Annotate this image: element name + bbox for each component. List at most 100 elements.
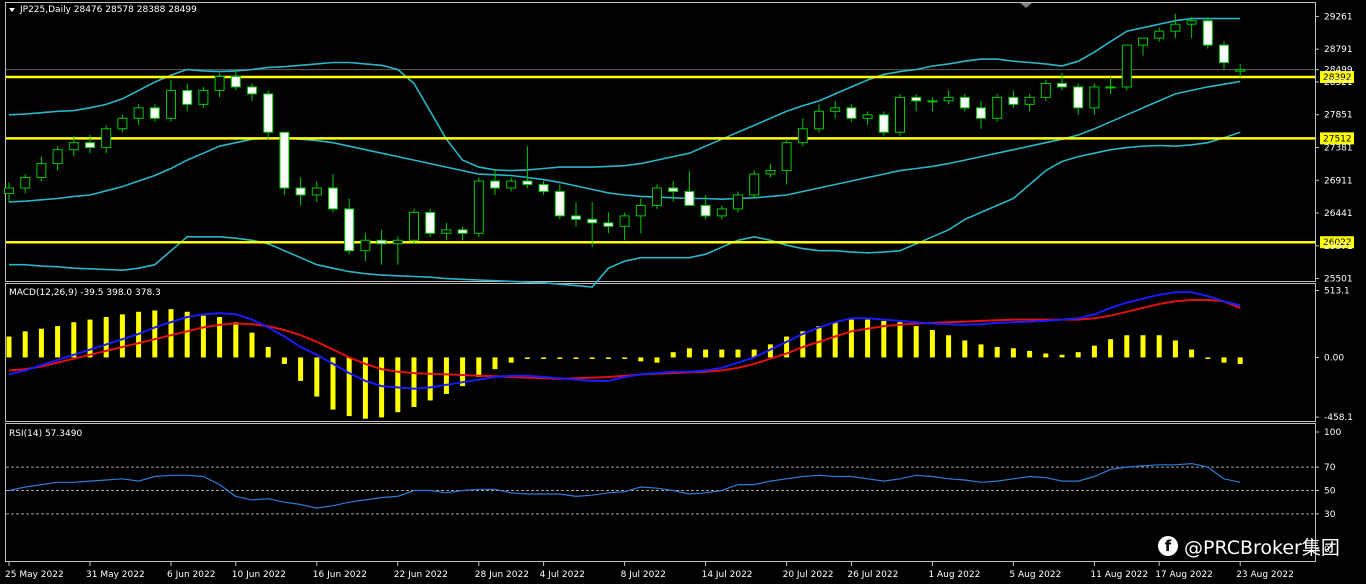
candle-body (506, 180, 517, 189)
candle-body (214, 75, 225, 91)
date-axis: 25 May 2022 31 May 2022 6 Jun 2022 10 Jun 2… (5, 562, 1294, 580)
macd-histogram-bar (1189, 349, 1195, 358)
date-tick-label: 28 Jun 2022 (475, 570, 529, 580)
candle-body (1040, 82, 1051, 98)
macd-histogram-bar (265, 346, 271, 358)
macd-histogram-bar (524, 357, 530, 359)
rsi-tick-label: 30 (1324, 510, 1336, 520)
candle-body (198, 89, 209, 105)
candle-body (101, 128, 112, 149)
symbol-menu-triangle-icon[interactable] (9, 8, 15, 12)
candle-body (117, 117, 128, 130)
candle-body (328, 187, 338, 210)
macd-histogram-bar (962, 340, 968, 358)
candle-body (52, 149, 63, 165)
candle-body (684, 190, 695, 206)
watermark-text: @PRCBroker集团 (1184, 536, 1340, 559)
candle-body (992, 96, 1003, 119)
rsi-tick-label: 50 (1324, 487, 1336, 497)
macd-histogram-bar (152, 310, 158, 358)
macd-histogram-bar (476, 357, 482, 377)
candle-body (976, 107, 986, 119)
macd-histogram-bar (1156, 335, 1162, 358)
candle-body (716, 208, 727, 217)
price-tick-label: 28321 (1324, 78, 1353, 88)
chart-shift-marker-icon[interactable] (1020, 3, 1032, 8)
date-tick-label: 14 Jul 2022 (702, 570, 753, 580)
bollinger-bands (8, 17, 1241, 288)
bollinger-middle-line (8, 80, 1241, 203)
macd-histogram-bar (443, 357, 449, 394)
candle-body (603, 222, 614, 227)
candle-body (85, 142, 95, 149)
macd-histogram-bar (87, 319, 93, 358)
candle-body (927, 100, 938, 103)
macd-tick-label: 513.1 (1324, 287, 1350, 297)
candle-body (733, 194, 743, 210)
candle-body (1170, 23, 1181, 32)
candle-body (943, 96, 954, 102)
macd-histogram-bar (913, 326, 919, 358)
macd-histogram-bar (978, 344, 984, 358)
macd-histogram-bar (22, 331, 28, 358)
macd-histogram-bar (994, 346, 1000, 358)
date-tick-label: 22 Jun 2022 (394, 570, 448, 580)
macd-histogram-bar (200, 315, 206, 358)
candle-body (344, 208, 355, 252)
candle-body (182, 89, 193, 105)
macd-histogram-bar (1059, 354, 1065, 358)
candle-body (376, 239, 387, 245)
candle-body (895, 96, 905, 133)
rsi-tick-label: 70 (1324, 463, 1336, 473)
macd-histogram-bar (605, 357, 611, 359)
candle-body (263, 93, 274, 133)
price-tick-label: 28499 (1324, 66, 1353, 76)
macd-histogram-bar (168, 309, 174, 358)
date-tick-label: 1 Aug 2022 (928, 570, 980, 580)
candle-body (279, 131, 290, 189)
candle-body (765, 170, 776, 175)
candle-body (441, 229, 452, 234)
date-tick-label: 16 Jun 2022 (313, 570, 367, 580)
macd-histogram-bar (1075, 352, 1081, 358)
date-tick-label: 6 Jun 2022 (167, 570, 215, 580)
macd-histogram-bar (946, 335, 952, 358)
price-tick-label: 28791 (1324, 45, 1353, 55)
candle-body (538, 184, 549, 192)
candle-body (668, 187, 679, 192)
macd-histogram-bar (281, 357, 287, 364)
candle-body (490, 180, 500, 189)
rsi-label: RSI(14) 57.3490 (9, 429, 82, 439)
candle-body (571, 215, 581, 220)
price-tick-label: 26911 (1324, 176, 1353, 186)
macd-panel: 513.1 0.00 -458.1 (6, 287, 1353, 423)
macd-histogram-bar (298, 357, 304, 381)
candle-body (311, 187, 322, 196)
candle-body (360, 239, 371, 252)
candle-body (425, 211, 436, 234)
macd-histogram-bar (1108, 339, 1114, 358)
price-tick-label: 25501 (1324, 275, 1353, 285)
macd-histogram-bar (589, 357, 595, 359)
macd-histogram-bar (573, 357, 579, 359)
macd-histogram-bar (71, 322, 77, 358)
macd-histogram-bar (6, 336, 12, 358)
macd-label: MACD(12,26,9) -39.5 398.0 378.3 (9, 288, 161, 298)
candle-body (1089, 86, 1100, 109)
candle-body (1202, 20, 1213, 46)
date-tick-label: 17 Aug 2022 (1155, 570, 1213, 580)
candle-body (587, 218, 598, 224)
candle-body (700, 204, 711, 217)
date-tick-label: 11 Aug 2022 (1090, 570, 1148, 580)
candle-body (149, 107, 160, 119)
macd-histogram-bar (1205, 357, 1211, 359)
candle-body (846, 107, 857, 119)
macd-histogram-bar (1043, 353, 1049, 358)
macd-main-line (8, 291, 1241, 390)
candle-body (247, 86, 257, 95)
macd-histogram-bar (119, 314, 125, 358)
candle-body (1057, 82, 1067, 88)
macd-histogram-bar (654, 357, 660, 363)
price-tick-label: 29261 (1324, 12, 1353, 22)
candle-body (392, 239, 403, 245)
